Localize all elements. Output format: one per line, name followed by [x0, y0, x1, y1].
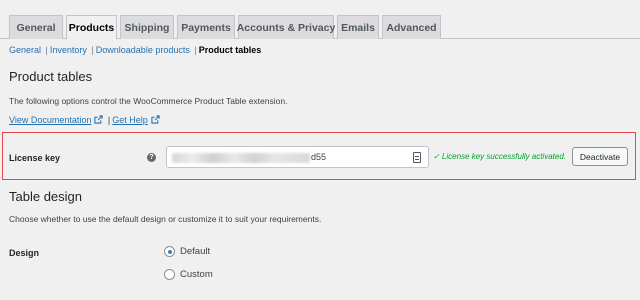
get-help-link[interactable]: Get Help [112, 115, 148, 125]
section-subnav: General | Inventory | Downloadable product… [9, 45, 261, 55]
tab-products[interactable]: Products [66, 15, 117, 40]
table-design-description: Choose whether to use the default design… [9, 214, 322, 224]
license-key-input[interactable]: d55 [166, 146, 429, 168]
tab-emails[interactable]: Emails [337, 15, 379, 39]
subnav-downloadable-products[interactable]: Downloadable products [96, 45, 190, 55]
product-tables-description: The following options control the WooCom… [9, 96, 288, 106]
design-default-label[interactable]: Default [180, 246, 210, 257]
help-links: View Documentation | Get Help [9, 115, 160, 125]
tab-payments[interactable]: Payments [177, 15, 235, 39]
license-status: ✓ License key successfully activated. [433, 152, 566, 161]
help-icon[interactable]: ? [147, 153, 156, 162]
table-design-heading: Table design [9, 189, 82, 204]
view-documentation-link[interactable]: View Documentation [9, 115, 91, 125]
tab-advanced[interactable]: Advanced [382, 15, 441, 39]
get-help-label: Get Help [112, 115, 148, 125]
design-custom-label[interactable]: Custom [180, 269, 213, 280]
subnav-inventory[interactable]: Inventory [50, 45, 87, 55]
design-label: Design [9, 248, 40, 258]
design-custom-radio[interactable] [164, 269, 175, 280]
external-link-icon [94, 115, 104, 124]
subnav-general[interactable]: General [9, 45, 41, 55]
view-documentation-label: View Documentation [9, 115, 92, 125]
password-manager-icon[interactable] [413, 152, 421, 163]
obscured-key [172, 153, 310, 163]
tab-general[interactable]: General [9, 15, 63, 39]
external-link-icon [151, 115, 160, 124]
product-tables-heading: Product tables [9, 69, 93, 84]
tab-shipping[interactable]: Shipping [120, 15, 174, 39]
settings-tabs: General Products Shipping Payments Accou… [0, 0, 640, 40]
subnav-product-tables: Product tables [198, 45, 262, 55]
license-key-tail: d55 [311, 152, 327, 162]
license-key-label: License key [9, 153, 61, 163]
deactivate-button[interactable]: Deactivate [572, 147, 628, 166]
design-default-radio[interactable] [164, 246, 175, 257]
tab-accounts-privacy[interactable]: Accounts & Privacy [237, 15, 335, 39]
